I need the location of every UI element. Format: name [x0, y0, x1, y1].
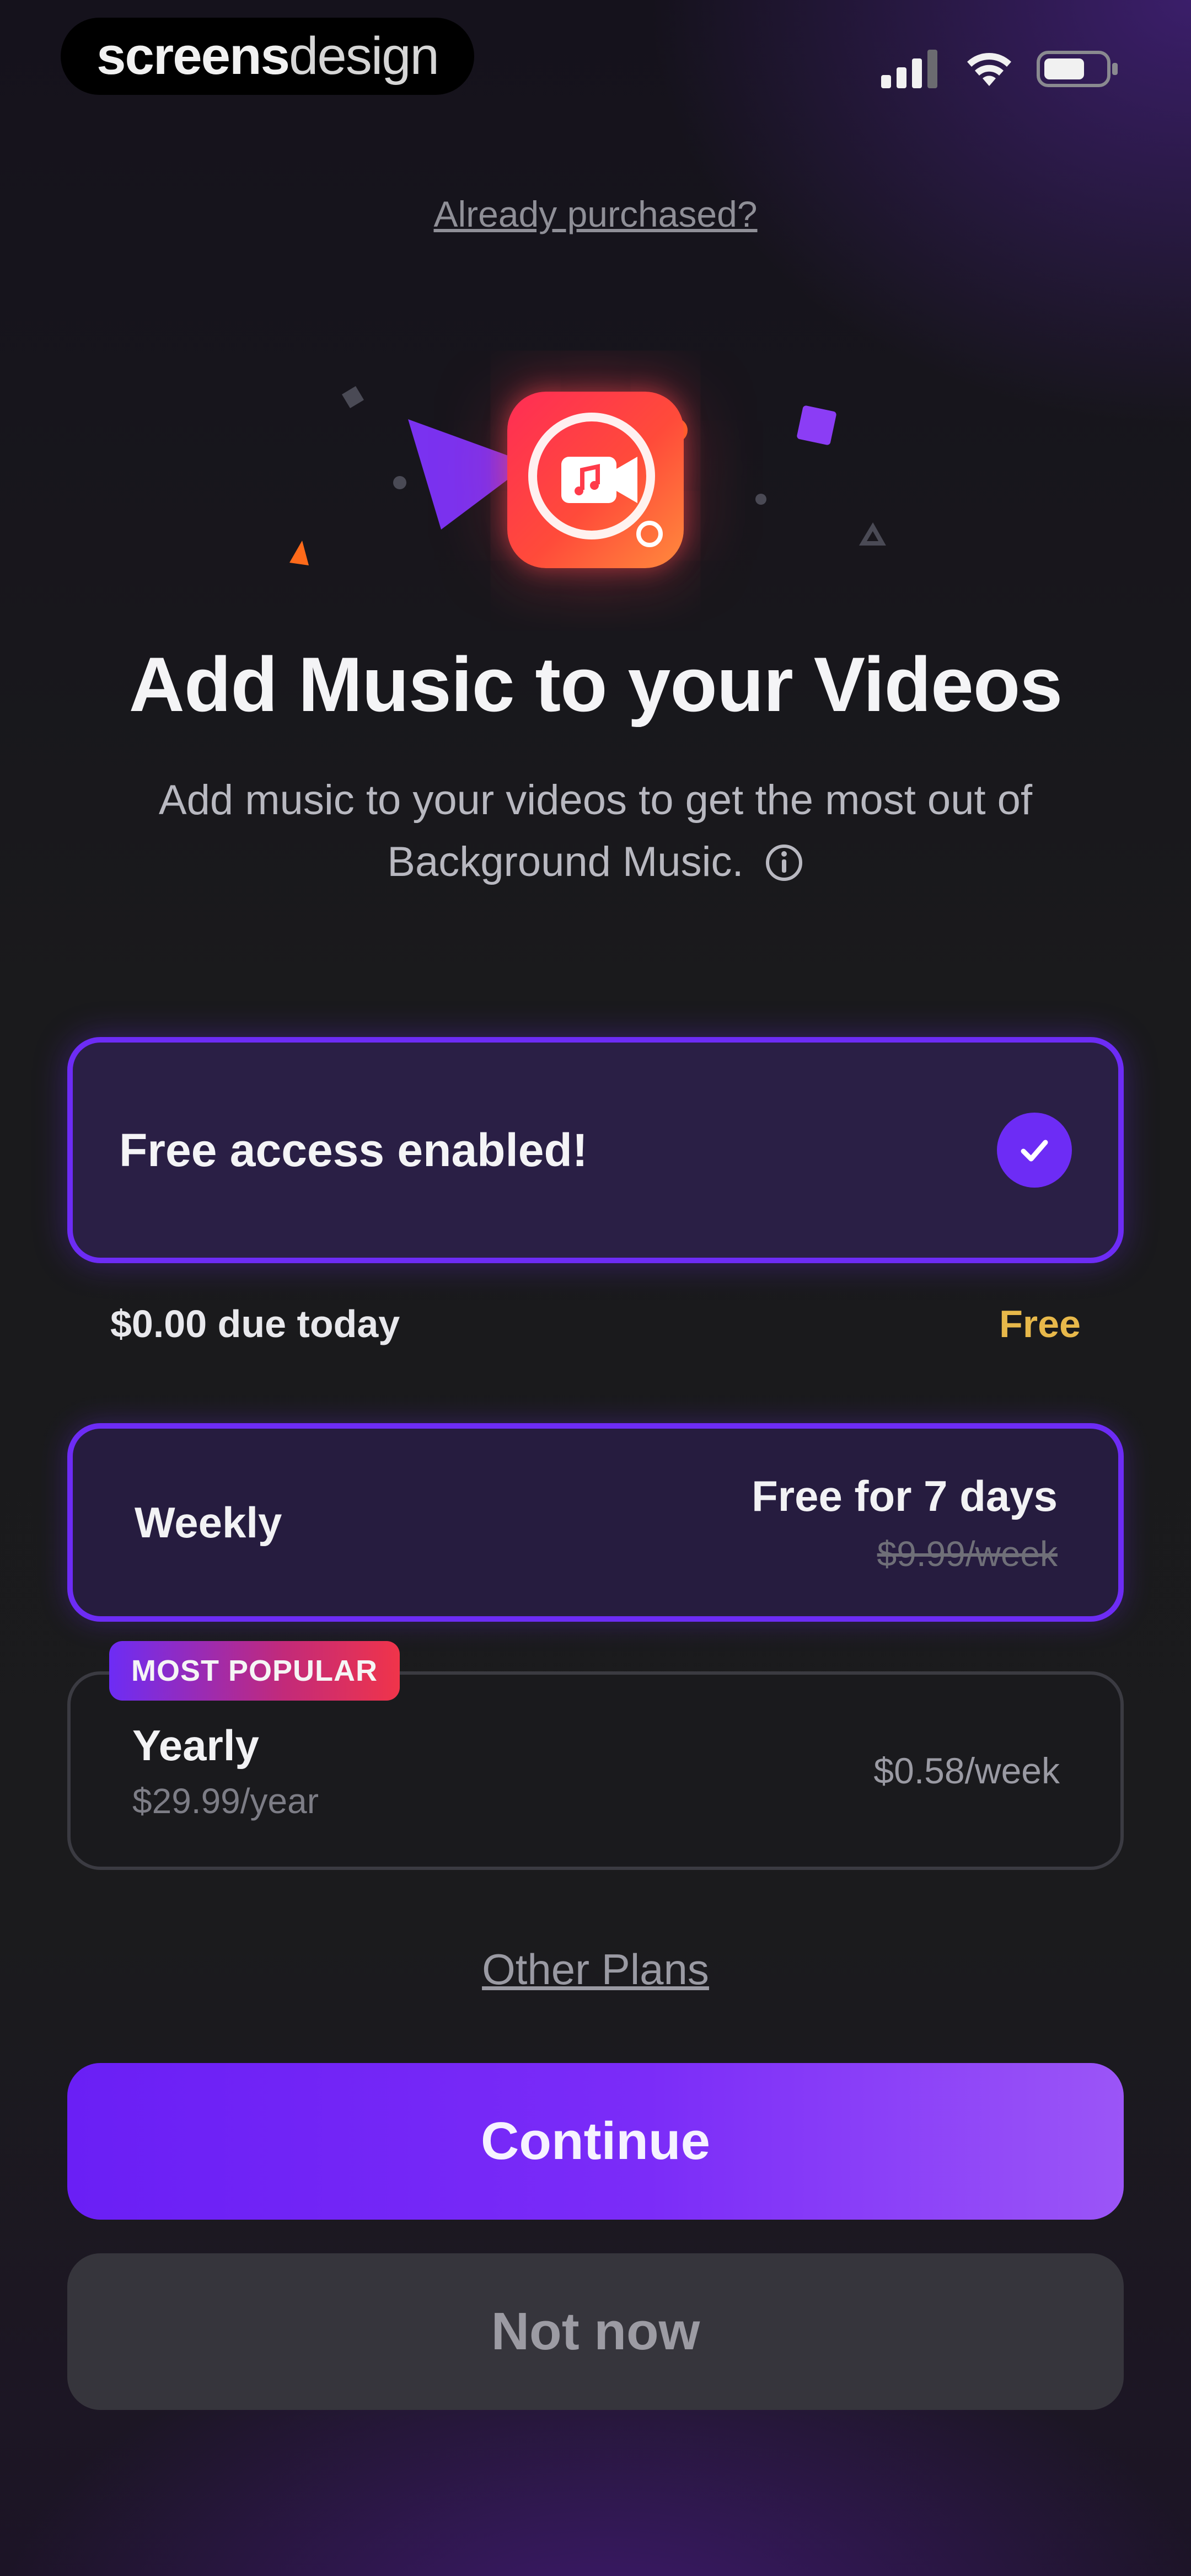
free-access-toggle[interactable]: Free access enabled! [67, 1037, 1124, 1263]
due-today-label: $0.00 due today [110, 1302, 400, 1345]
page-subtitle: Add music to your videos to get the most… [110, 769, 1081, 893]
brand-light: design [289, 26, 439, 85]
plan-option-weekly[interactable]: Weekly Free for 7 days $9.99/week [67, 1423, 1124, 1622]
checkmark-icon [997, 1113, 1072, 1188]
paywall-screen: screens design Already purchased? Add Mu… [0, 0, 1191, 2576]
brand-bold: screens [96, 26, 290, 85]
due-today-row: $0.00 due today Free [110, 1302, 1081, 1346]
plan-info: Yearly $29.99/year [132, 1720, 319, 1821]
free-access-label: Free access enabled! [119, 1124, 588, 1176]
plan-option-yearly[interactable]: Yearly $29.99/year $0.58/week [67, 1671, 1124, 1870]
hero-illustration [0, 353, 1191, 607]
page-title: Add Music to your Videos [128, 641, 1063, 728]
other-plans-link[interactable]: Other Plans [0, 1944, 1191, 1995]
status-icons [881, 47, 1119, 91]
plan-pricing: Free for 7 days $9.99/week [752, 1471, 1058, 1574]
continue-button[interactable]: Continue [67, 2063, 1124, 2220]
brand-watermark: screens design [61, 18, 474, 95]
plan-yearly-price: $29.99/year [132, 1781, 319, 1821]
app-icon [507, 392, 684, 568]
already-purchased-link[interactable]: Already purchased? [0, 193, 1191, 235]
info-icon[interactable] [764, 843, 804, 883]
plan-weekly-equivalent: $0.58/week [873, 1750, 1060, 1791]
plan-name: Yearly [132, 1720, 259, 1770]
plan-name: Weekly [135, 1498, 282, 1547]
due-today-value: Free [999, 1302, 1081, 1345]
signal-icon [881, 50, 937, 88]
wifi-icon [967, 53, 1011, 86]
plan-price-original: $9.99/week [877, 1533, 1058, 1574]
subtitle-text: Add music to your videos to get the most… [158, 777, 1033, 885]
battery-icon [1037, 51, 1118, 87]
most-popular-badge: MOST POPULAR [109, 1641, 400, 1701]
not-now-button[interactable]: Not now [67, 2253, 1124, 2410]
plan-price-main: Free for 7 days [752, 1471, 1058, 1520]
music-video-icon [561, 457, 663, 547]
